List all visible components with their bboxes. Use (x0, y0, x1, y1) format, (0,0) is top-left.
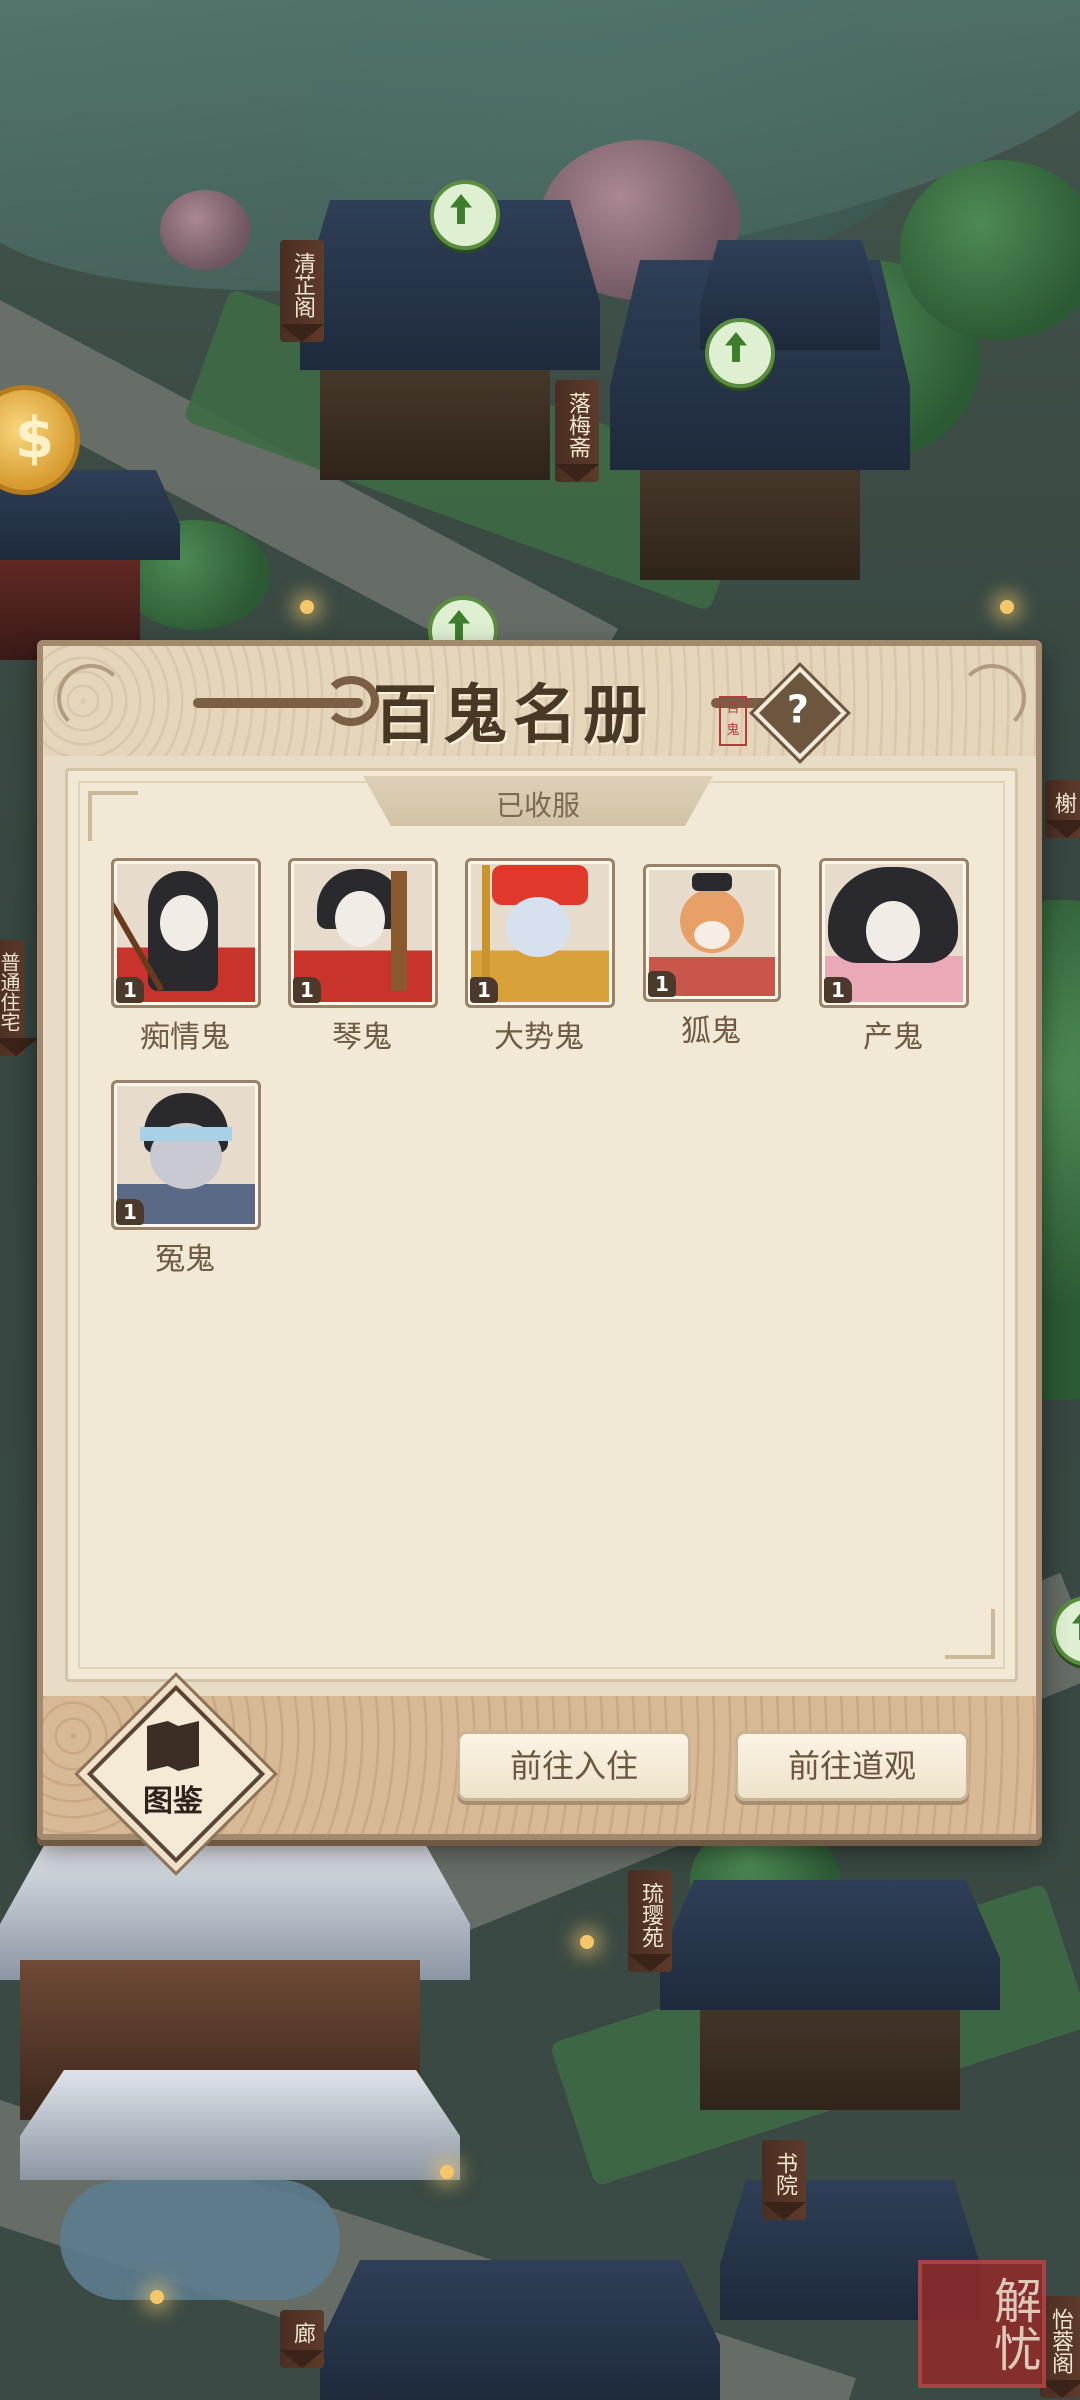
go-move-in-button[interactable]: 前往入住 (457, 1731, 691, 1801)
ghost-portrait: 1 (643, 864, 781, 1002)
coin-symbol: $ (15, 406, 54, 471)
portrait-face (335, 891, 385, 947)
ghost-card[interactable]: 1 痴情鬼 (111, 858, 261, 1056)
portrait-face (506, 897, 570, 957)
fret-corner-ornament (88, 791, 138, 841)
level-badge: 1 (470, 977, 498, 1003)
sign-label: 琉璎苑 (638, 1882, 663, 1948)
dialog-title: 百鬼名册 (373, 678, 653, 753)
portrait-face (866, 901, 920, 961)
sign-label: 清芷阁 (290, 252, 315, 318)
sign-label: 榭 (1051, 792, 1076, 814)
portrait-instrument (391, 871, 407, 991)
upgrade-arrow-icon[interactable] (430, 180, 500, 250)
scroll-map-icon (147, 1721, 199, 1771)
sign-xie[interactable]: 榭 (1045, 780, 1080, 838)
portrait-staff (482, 865, 490, 995)
ghost-name: 痴情鬼 (140, 1020, 230, 1055)
title-stamp: 百鬼 (719, 696, 747, 746)
frozen-pond (60, 2180, 340, 2300)
sign-corridor[interactable]: 廊 (280, 2310, 324, 2368)
sign-label: 怡蓉阁 (1048, 2308, 1073, 2374)
ghost-card[interactable]: 1 狐鬼 (643, 864, 781, 1050)
ghost-registry-dialog: 百鬼名册 百鬼 ? 已收服 1 痴情鬼 1 琴鬼 1 大势鬼 1 狐鬼 1 产鬼… (37, 640, 1042, 1864)
level-badge: 1 (648, 971, 676, 997)
portrait-hat (692, 873, 732, 891)
ghost-portrait: 1 (819, 858, 969, 1008)
roof-snow (0, 1840, 470, 1980)
ghost-portrait: 1 (288, 858, 438, 1008)
level-badge: 1 (824, 977, 852, 1003)
upgrade-arrow-icon[interactable] (705, 318, 775, 388)
ghost-portrait: 1 (111, 858, 261, 1008)
lantern (440, 2165, 454, 2179)
ghost-name: 狐鬼 (681, 1014, 741, 1049)
roof-snow (20, 2070, 460, 2180)
ghost-portrait: 1 (111, 1080, 261, 1230)
portrait-headband (140, 1127, 232, 1141)
ghost-card[interactable]: 1 产鬼 (819, 858, 969, 1056)
ghost-card[interactable]: 1 大势鬼 (465, 858, 615, 1056)
ghost-name: 大势鬼 (494, 1020, 584, 1055)
roof (320, 2260, 720, 2400)
level-badge: 1 (116, 1199, 144, 1225)
ghost-card[interactable]: 1 冤鬼 (111, 1080, 261, 1278)
fret-corner-ornament (945, 1609, 995, 1659)
ghost-card[interactable]: 1 琴鬼 (288, 858, 438, 1056)
lantern (300, 600, 314, 614)
lantern (1000, 600, 1014, 614)
help-button[interactable]: ? (753, 666, 847, 760)
ghost-name: 冤鬼 (155, 1242, 215, 1277)
sign-label: 廊 (290, 2322, 315, 2344)
jieyou-seal-logo[interactable]: 解忧 (918, 2260, 1046, 2388)
question-mark-icon: ? (786, 687, 809, 732)
sign-luomei-studio[interactable]: 落梅斋 (555, 380, 599, 482)
lantern (580, 1935, 594, 1949)
tab-captured-label: 已收服 (495, 789, 580, 822)
sign-yirong-pavilion[interactable]: 怡蓉阁 (1040, 2296, 1080, 2398)
sign-label: 书院 (772, 2152, 797, 2196)
sign-academy[interactable]: 书院 (762, 2140, 806, 2220)
corner-ornament (57, 664, 125, 732)
blossom-tree (160, 190, 250, 270)
portrait-face (160, 895, 208, 951)
level-badge: 1 (293, 977, 321, 1003)
lantern (150, 2290, 164, 2304)
dialog-header: 百鬼名册 百鬼 ? (43, 646, 1036, 760)
level-badge: 1 (116, 977, 144, 1003)
corner-ornament (958, 664, 1026, 732)
sign-liuying-garden[interactable]: 琉璎苑 (628, 1870, 672, 1972)
go-temple-button[interactable]: 前往道观 (735, 1731, 969, 1801)
ghost-portrait: 1 (465, 858, 615, 1008)
sign-label: 落梅斋 (565, 392, 590, 458)
sign-qingzhi-pavilion[interactable]: 清芷阁 (280, 240, 324, 342)
ghost-name: 琴鬼 (332, 1020, 392, 1055)
sign-ordinary-residence[interactable]: 普通住宅 (0, 940, 24, 1056)
sign-label: 普通住宅 (0, 952, 21, 1032)
catalog-label: 图鉴 (143, 1784, 203, 1819)
cloud-ornament-left (193, 676, 379, 726)
roof (660, 1880, 1000, 2010)
portrait-fox-muzzle (694, 921, 730, 949)
ghost-name: 产鬼 (863, 1020, 923, 1055)
